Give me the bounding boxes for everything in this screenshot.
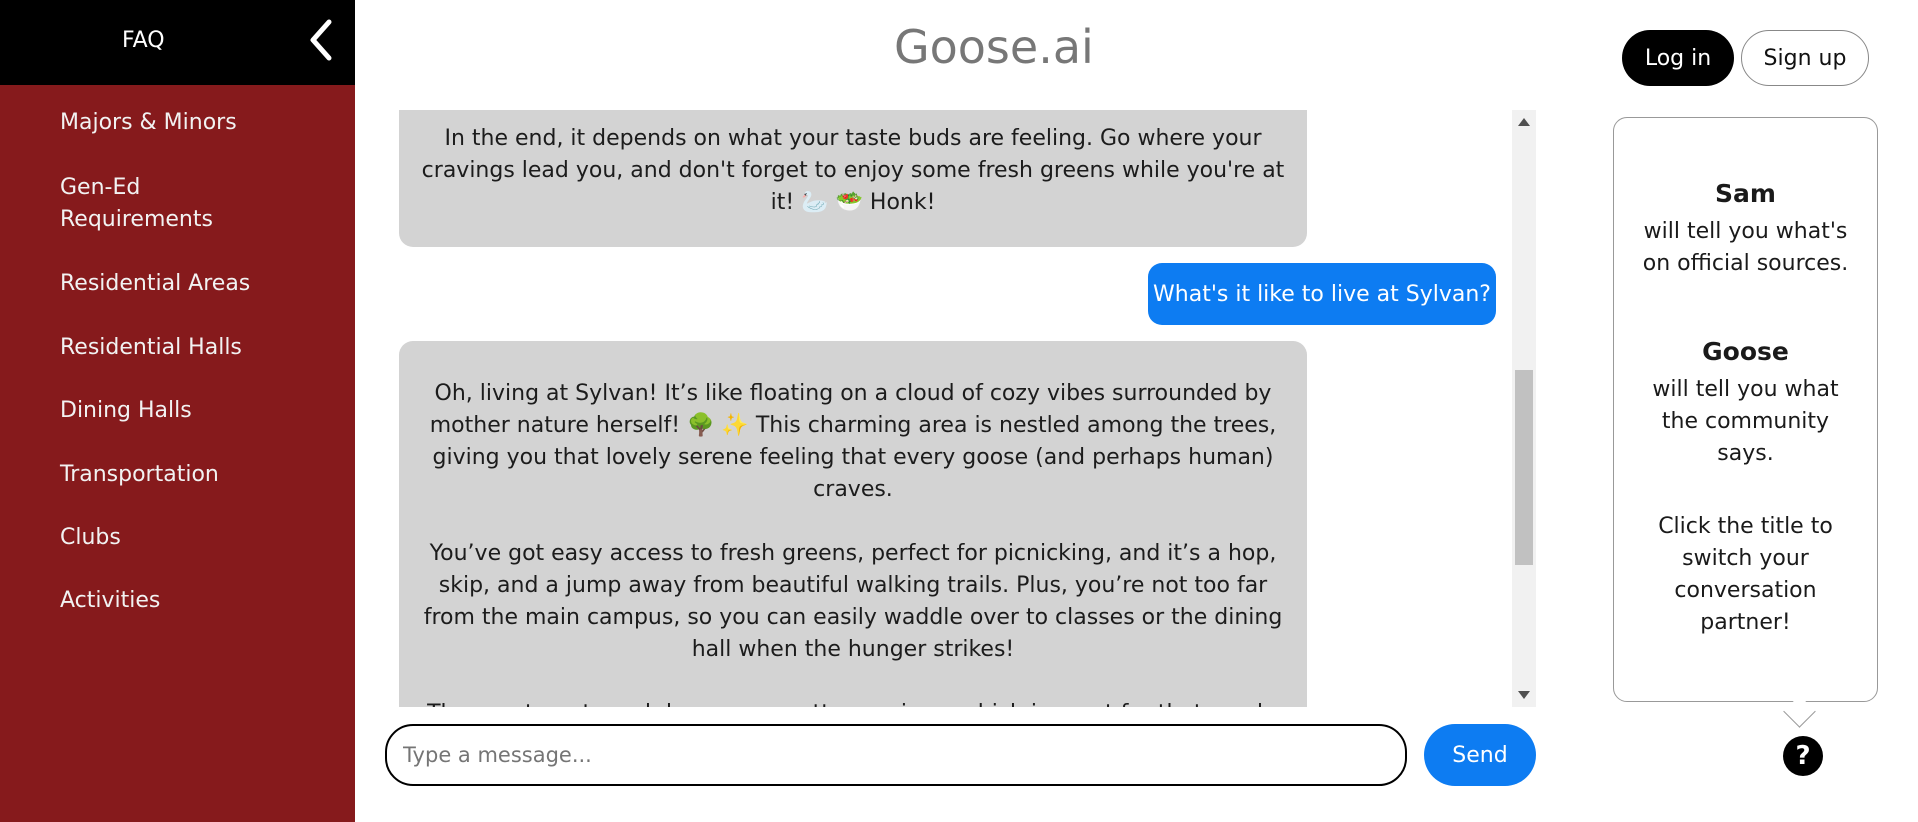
sidebar-item-transportation[interactable]: Transportation [60,459,310,491]
message-text: In the end, it depends on what your tast… [421,126,1285,215]
bot-message: Oh, living at Sylvan! It’s like floating… [399,341,1307,707]
sam-description: will tell you what's on official sources… [1642,219,1849,276]
app-title[interactable]: Goose.ai [894,20,1094,74]
help-icon[interactable]: ? [1783,736,1823,776]
message-paragraph: Oh, living at Sylvan! It’s like floating… [429,381,1277,502]
scroll-down-arrow-icon[interactable] [1518,691,1530,699]
sidebar-item-residential-areas[interactable]: Residential Areas [60,268,310,300]
chevron-left-icon[interactable] [303,16,337,64]
scroll-up-arrow-icon[interactable] [1518,118,1530,126]
message-text: What's it like to live at Sylvan? [1153,281,1491,307]
sidebar-item-majors-minors[interactable]: Majors & Minors [60,107,310,139]
send-button[interactable]: Send [1424,724,1536,786]
help-instruction: Click the title to switch your conversat… [1658,514,1833,635]
sidebar-item-gen-ed[interactable]: Gen-Ed Requirements [60,172,240,236]
sidebar: FAQ Majors & Minors Gen-Ed Requirements … [0,0,355,822]
chat-window: In the end, it depends on what your tast… [380,110,1536,707]
signup-button[interactable]: Sign up [1741,30,1869,86]
goose-name: Goose [1702,337,1789,366]
help-tooltip: Sam will tell you what's on official sou… [1613,117,1878,702]
sam-info: Sam will tell you what's on official sou… [1614,178,1877,280]
goose-info: Goose will tell you what the community s… [1614,336,1877,470]
sidebar-item-residential-halls[interactable]: Residential Halls [60,332,310,364]
sidebar-item-dining-halls[interactable]: Dining Halls [60,395,310,427]
sam-name: Sam [1715,179,1776,208]
sidebar-title: FAQ [122,28,165,53]
sidebar-item-clubs[interactable]: Clubs [60,522,310,554]
chat-scrollbar[interactable] [1512,110,1536,707]
message-input[interactable] [385,724,1407,786]
user-message: What's it like to live at Sylvan? [1148,263,1496,325]
goose-description: will tell you what the community says. [1652,377,1839,466]
message-paragraph: The apartments and dorms are pretty spac… [415,698,1291,707]
message-paragraph: You’ve got easy access to fresh greens, … [423,541,1283,662]
login-button[interactable]: Log in [1622,30,1734,86]
bot-message: In the end, it depends on what your tast… [399,110,1307,247]
scroll-thumb[interactable] [1515,370,1533,565]
sidebar-header: FAQ [0,0,355,85]
sidebar-item-activities[interactable]: Activities [60,585,310,617]
